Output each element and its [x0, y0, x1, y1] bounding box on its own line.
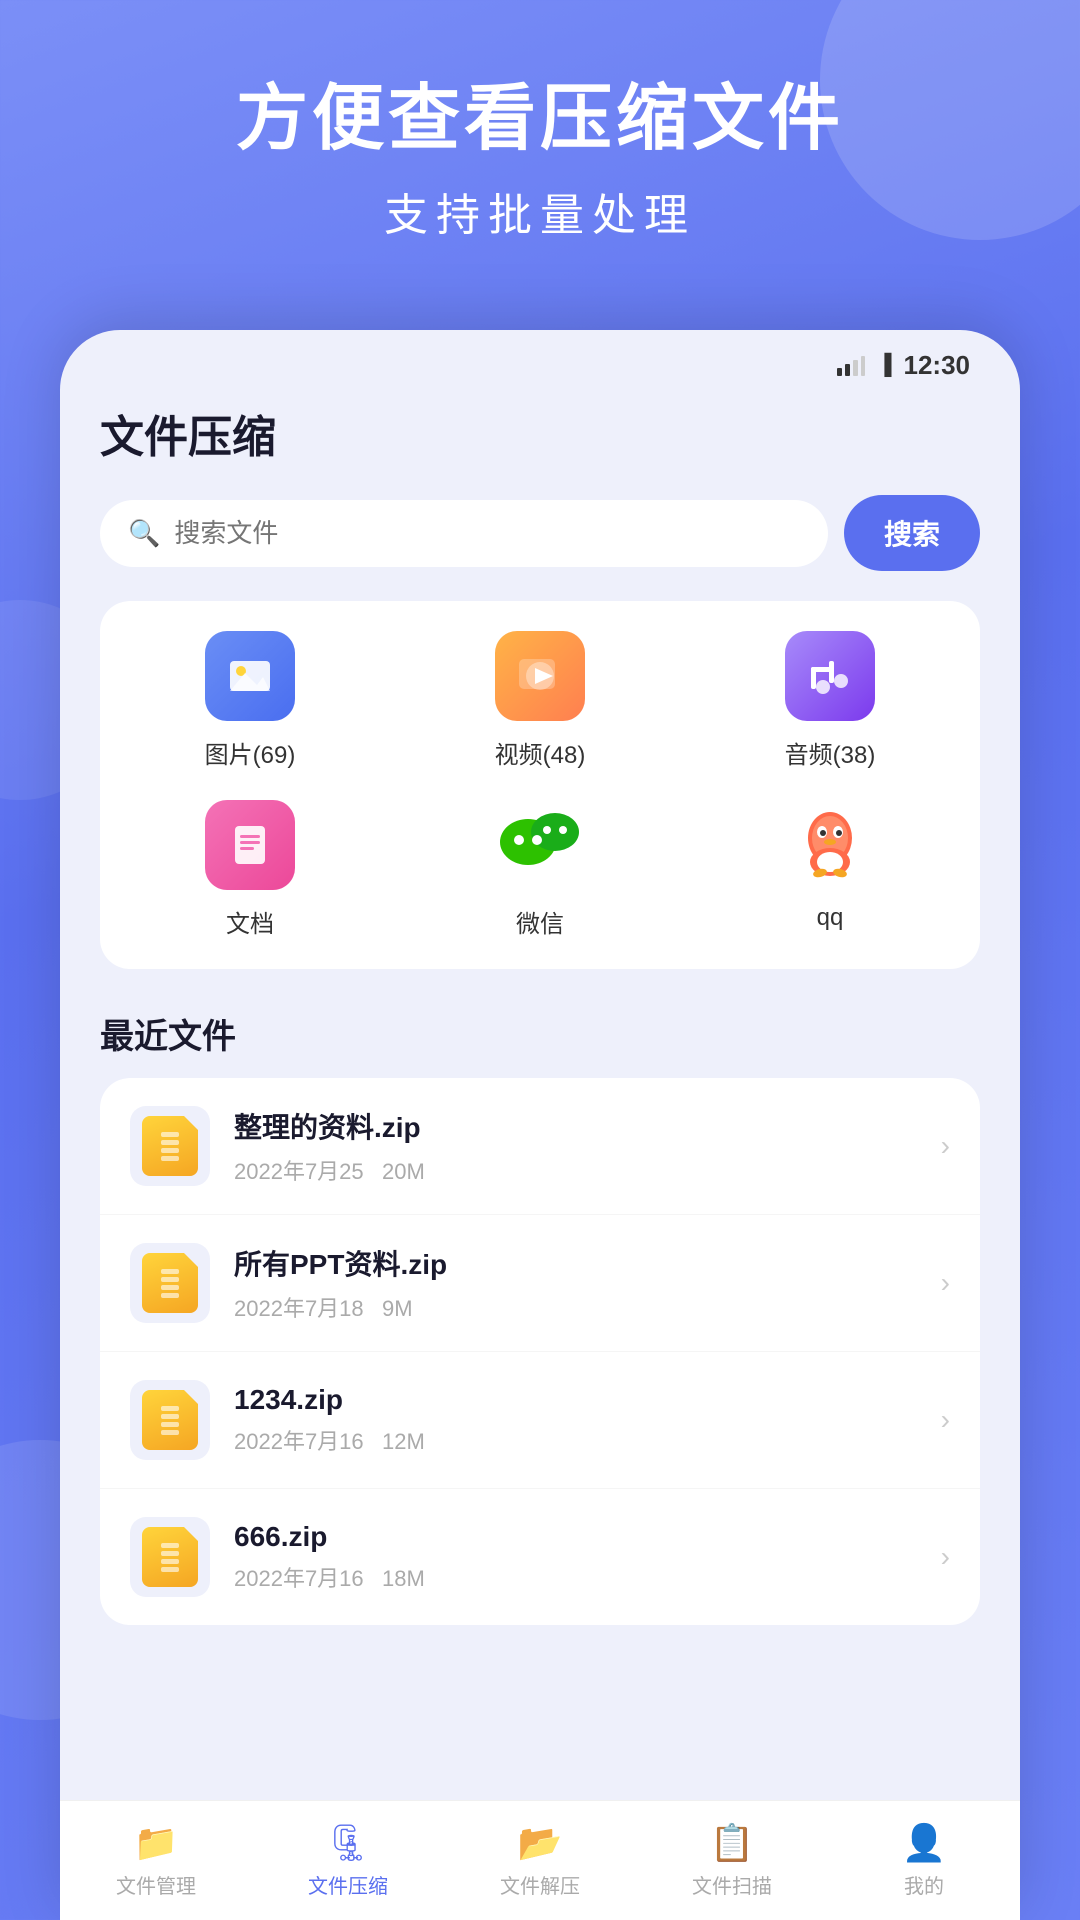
nav-item-file-manager[interactable]: 📁 文件管理 — [60, 1822, 252, 1899]
file-item-0[interactable]: 整理的资料.zip 2022年7月25 20M › — [100, 1078, 980, 1215]
search-input-wrap[interactable]: 🔍 — [100, 500, 828, 567]
file-arrow-2: › — [941, 1404, 950, 1436]
file-arrow-3: › — [941, 1541, 950, 1573]
category-label-image: 图片(69) — [205, 735, 296, 770]
app-content: 文件压缩 🔍 搜索 图片(69) — [60, 401, 1020, 1625]
category-item-qq[interactable]: qq — [700, 800, 960, 939]
image-icon — [205, 631, 295, 721]
category-item-image[interactable]: 图片(69) — [120, 631, 380, 770]
phone-mockup: ▐ 12:30 文件压缩 🔍 搜索 — [60, 330, 1020, 1920]
doc-icon — [205, 800, 295, 890]
header-subtitle: 支持批量处理 — [0, 179, 1080, 243]
file-item-1[interactable]: 所有PPT资料.zip 2022年7月18 9M › — [100, 1215, 980, 1352]
file-icon-2 — [130, 1380, 210, 1460]
file-item-3[interactable]: 666.zip 2022年7月16 18M › — [100, 1489, 980, 1625]
category-item-doc[interactable]: 文档 — [120, 800, 380, 939]
video-icon — [495, 631, 585, 721]
category-label-qq: qq — [817, 904, 844, 932]
file-size-0: 20M — [382, 1159, 425, 1184]
file-info-1: 所有PPT资料.zip 2022年7月18 9M — [234, 1243, 917, 1323]
search-icon: 🔍 — [128, 518, 160, 549]
nav-label-file-compress: 文件压缩 — [308, 1870, 388, 1899]
nav-icon-file-manager: 📁 — [134, 1822, 179, 1864]
file-meta-1: 2022年7月18 9M — [234, 1291, 917, 1323]
file-size-1: 9M — [382, 1296, 413, 1321]
wechat-icon — [495, 800, 585, 890]
nav-icon-file-scan: 📋 — [710, 1822, 755, 1864]
file-meta-2: 2022年7月16 12M — [234, 1424, 917, 1456]
nav-label-mine: 我的 — [904, 1870, 944, 1899]
category-label-video: 视频(48) — [495, 735, 586, 770]
recent-files-title: 最近文件 — [100, 1009, 980, 1058]
file-date-1: 2022年7月18 — [234, 1296, 364, 1321]
file-icon-1 — [130, 1243, 210, 1323]
search-bar: 🔍 搜索 — [100, 495, 980, 571]
nav-icon-file-extract: 📂 — [518, 1822, 563, 1864]
signal-icon — [837, 356, 865, 376]
qq-icon — [785, 800, 875, 890]
file-name-3: 666.zip — [234, 1521, 917, 1553]
nav-label-file-scan: 文件扫描 — [692, 1870, 772, 1899]
header-area: 方便查看压缩文件 支持批量处理 — [0, 80, 1080, 243]
battery-icon: ▐ — [877, 354, 891, 377]
status-time: 12:30 — [904, 350, 971, 381]
audio-icon — [785, 631, 875, 721]
file-list: 整理的资料.zip 2022年7月25 20M › — [100, 1078, 980, 1625]
category-item-video[interactable]: 视频(48) — [410, 631, 670, 770]
category-label-wechat: 微信 — [516, 904, 564, 939]
status-bar: ▐ 12:30 — [60, 330, 1020, 391]
category-grid: 图片(69) 视频(48) — [100, 601, 980, 969]
file-arrow-0: › — [941, 1130, 950, 1162]
file-date-2: 2022年7月16 — [234, 1429, 364, 1454]
file-size-3: 18M — [382, 1566, 425, 1591]
bottom-nav: 📁 文件管理 🗜 文件压缩 📂 文件解压 📋 文件扫描 👤 我的 — [60, 1800, 1020, 1920]
nav-icon-mine: 👤 — [902, 1822, 947, 1864]
file-name-2: 1234.zip — [234, 1384, 917, 1416]
nav-item-file-scan[interactable]: 📋 文件扫描 — [636, 1822, 828, 1899]
page-title: 文件压缩 — [100, 401, 980, 465]
file-icon-3 — [130, 1517, 210, 1597]
search-button[interactable]: 搜索 — [844, 495, 980, 571]
nav-label-file-manager: 文件管理 — [116, 1870, 196, 1899]
file-name-0: 整理的资料.zip — [234, 1106, 917, 1146]
file-info-2: 1234.zip 2022年7月16 12M — [234, 1384, 917, 1456]
header-title: 方便查看压缩文件 — [0, 80, 1080, 159]
category-item-wechat[interactable]: 微信 — [410, 800, 670, 939]
category-label-audio: 音频(38) — [785, 735, 876, 770]
file-info-3: 666.zip 2022年7月16 18M — [234, 1521, 917, 1593]
nav-item-file-compress[interactable]: 🗜 文件压缩 — [252, 1822, 444, 1899]
file-date-3: 2022年7月16 — [234, 1566, 364, 1591]
nav-item-mine[interactable]: 👤 我的 — [828, 1822, 1020, 1899]
file-item-2[interactable]: 1234.zip 2022年7月16 12M › — [100, 1352, 980, 1489]
file-info-0: 整理的资料.zip 2022年7月25 20M — [234, 1106, 917, 1186]
file-meta-3: 2022年7月16 18M — [234, 1561, 917, 1593]
category-item-audio[interactable]: 音频(38) — [700, 631, 960, 770]
nav-item-file-extract[interactable]: 📂 文件解压 — [444, 1822, 636, 1899]
nav-icon-file-compress: 🗜 — [325, 1822, 371, 1864]
file-meta-0: 2022年7月25 20M — [234, 1154, 917, 1186]
file-name-1: 所有PPT资料.zip — [234, 1243, 917, 1283]
category-label-doc: 文档 — [226, 904, 274, 939]
nav-label-file-extract: 文件解压 — [500, 1870, 580, 1899]
file-size-2: 12M — [382, 1429, 425, 1454]
file-arrow-1: › — [941, 1267, 950, 1299]
search-input[interactable] — [174, 518, 800, 549]
file-date-0: 2022年7月25 — [234, 1159, 364, 1184]
file-icon-0 — [130, 1106, 210, 1186]
